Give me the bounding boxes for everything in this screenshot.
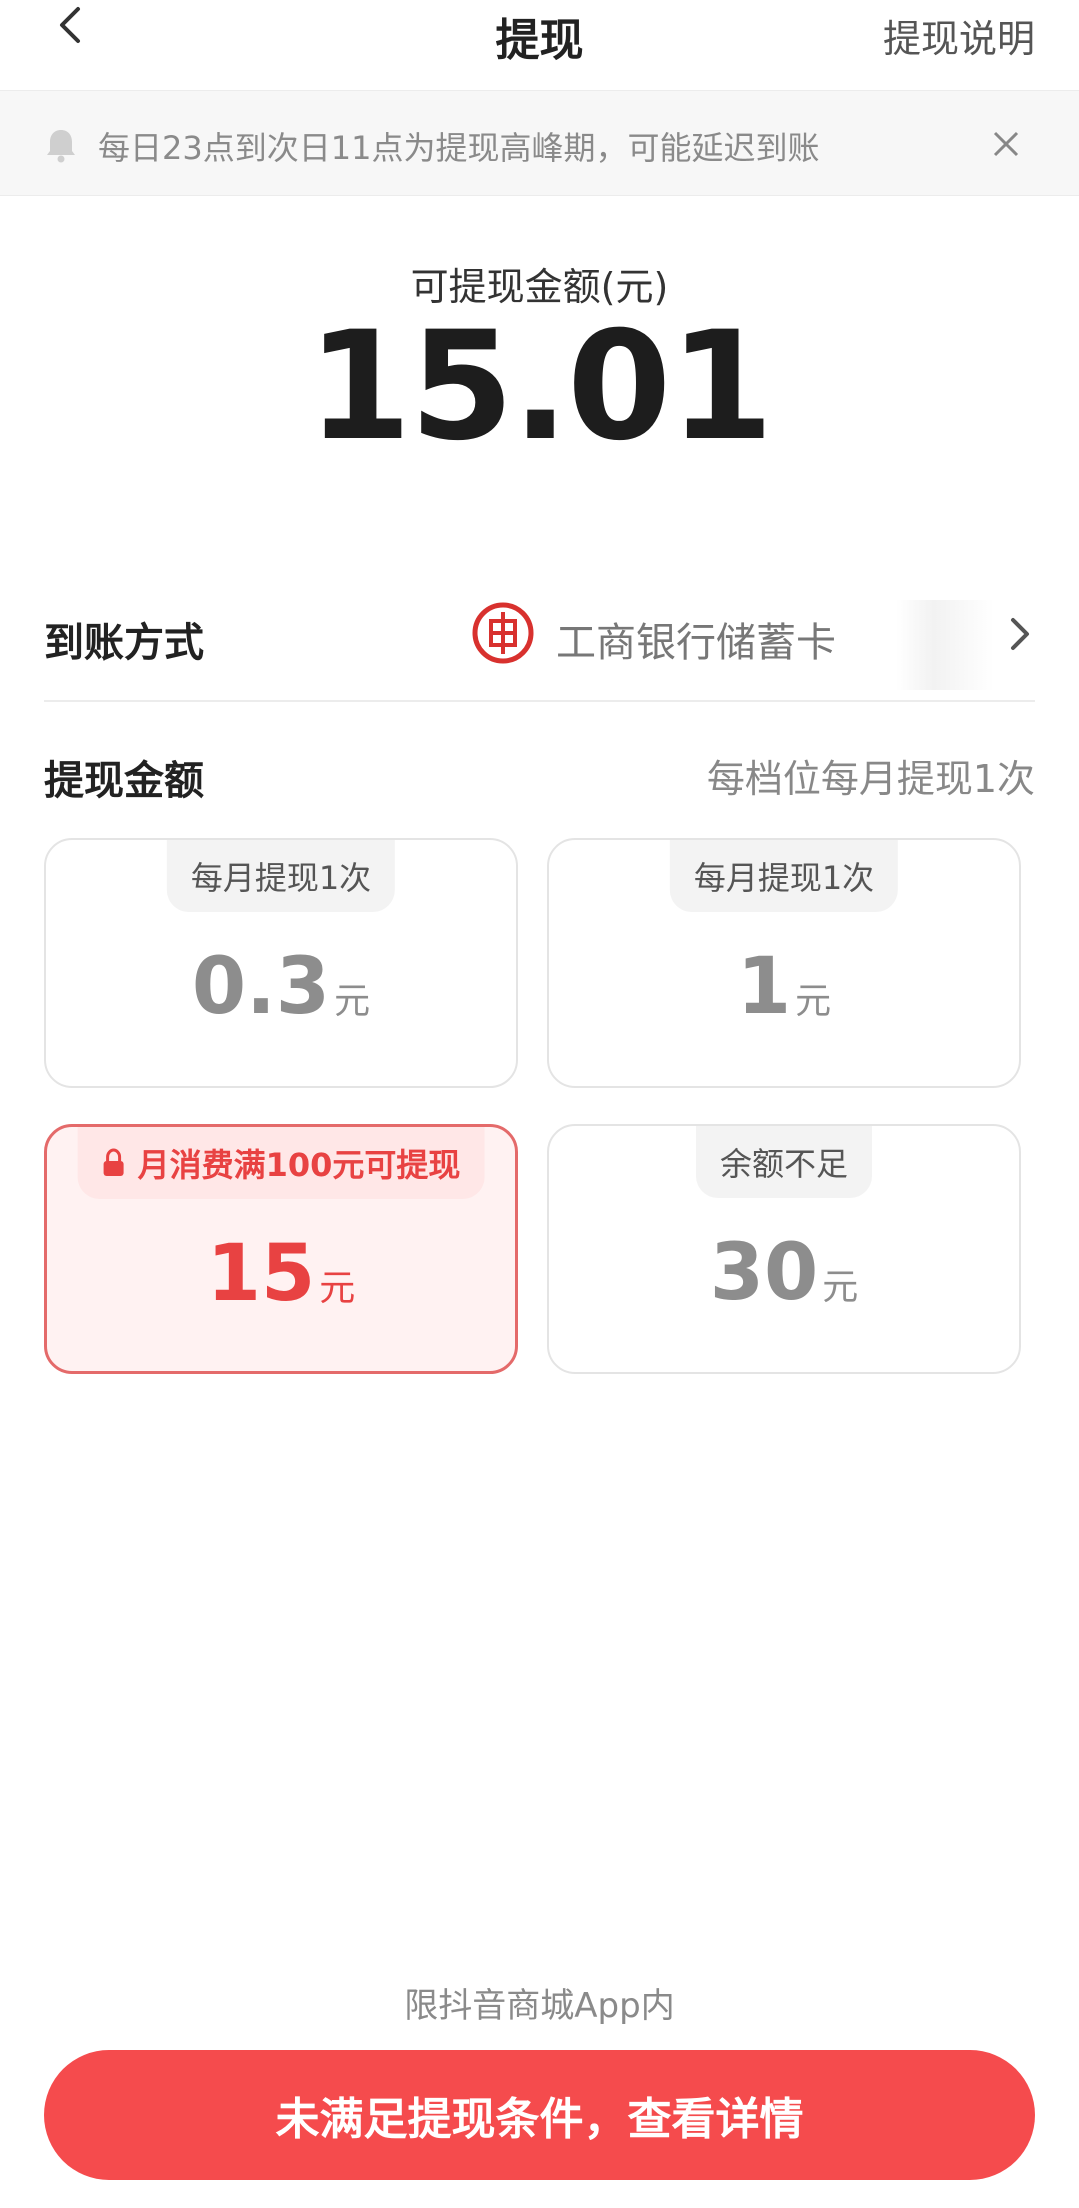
- option-badge: 余额不足: [695, 1126, 873, 1198]
- bell-icon: [47, 130, 75, 163]
- withdraw-page: 提现 提现说明 每日23点到次日11点为提现高峰期，可能延迟到账 可提现金额(元…: [0, 0, 1079, 2208]
- icbc-logo-icon: [472, 602, 534, 664]
- balance-value: 15.01: [307, 300, 773, 474]
- arrival-method-row[interactable]: 到账方式 工商银行储蓄卡: [44, 590, 1035, 702]
- option-badge: 每月提现1次: [166, 840, 396, 912]
- option-badge: 月消费满100元可提现: [77, 1127, 485, 1199]
- withdraw-amount-label: 提现金额: [44, 758, 204, 804]
- option-value: 30 元: [709, 1228, 859, 1318]
- withdraw-help-link[interactable]: 提现说明: [883, 8, 1035, 63]
- notice-bar: 每日23点到次日11点为提现高峰期，可能延迟到账: [0, 90, 1079, 196]
- lock-icon: [103, 1148, 124, 1176]
- arrival-method-label: 到账方式: [44, 620, 204, 666]
- withdraw-conditions-button[interactable]: 未满足提现条件，查看详情: [44, 2050, 1035, 2180]
- option-badge: 每月提现1次: [669, 840, 899, 912]
- amount-option-30[interactable]: 余额不足 30 元: [547, 1124, 1021, 1374]
- close-icon[interactable]: [989, 127, 1023, 161]
- bank-name: 工商银行储蓄卡: [556, 620, 836, 666]
- notice-text: 每日23点到次日11点为提现高峰期，可能延迟到账: [98, 129, 820, 167]
- amount-option-15-locked[interactable]: 月消费满100元可提现 15 元: [44, 1124, 518, 1374]
- option-value: 0.3 元: [191, 942, 371, 1032]
- masked-card-number: [844, 600, 994, 690]
- option-value: 15 元: [206, 1229, 356, 1319]
- header: 提现 提现说明: [0, 0, 1079, 90]
- withdraw-amount-hint: 每档位每月提现1次: [706, 757, 1035, 801]
- amount-option-0.3[interactable]: 每月提现1次 0.3 元: [44, 838, 518, 1088]
- footer-note: 限抖音商城App内: [404, 1986, 675, 2026]
- amount-option-1[interactable]: 每月提现1次 1元: [547, 838, 1021, 1088]
- chevron-right-icon: [1011, 618, 1029, 650]
- option-value: 1元: [736, 942, 832, 1032]
